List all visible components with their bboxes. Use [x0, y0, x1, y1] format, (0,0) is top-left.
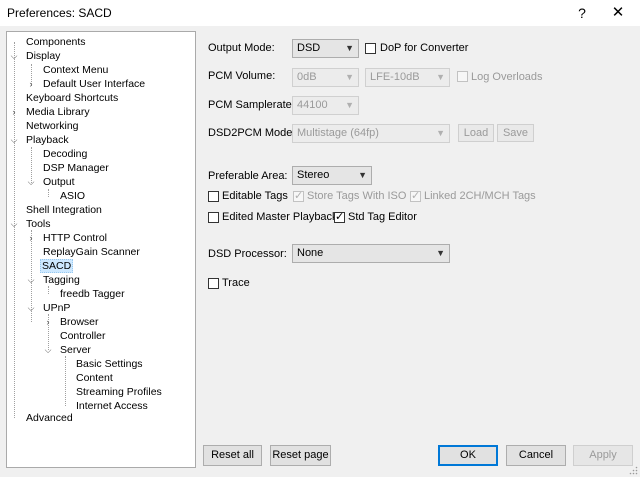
tree-connector	[48, 286, 49, 294]
std-tag-editor-checkbox[interactable]	[334, 210, 345, 223]
tree-item-shell-integration[interactable]: Shell Integration	[25, 203, 103, 217]
tree-item-context-menu[interactable]: Context Menu	[42, 63, 109, 77]
tree-item-freedb-tagger[interactable]: freedb Tagger	[59, 287, 126, 301]
reset-page-button[interactable]: Reset page	[270, 445, 331, 466]
chevron-down-icon: ▼	[345, 43, 354, 53]
chevron-right-icon[interactable]: ›	[9, 105, 19, 119]
dsd-processor-value: None	[297, 247, 324, 259]
tree-item-streaming-profiles[interactable]: Streaming Profiles	[75, 385, 163, 399]
pcm-volume-value: 0dB	[297, 71, 317, 83]
tree-item-dsp-manager[interactable]: DSP Manager	[42, 161, 110, 175]
edited-master-label: Edited Master Playback	[222, 211, 338, 223]
log-overloads-checkbox[interactable]	[457, 71, 468, 82]
tree-item-display[interactable]: Display	[25, 49, 61, 63]
store-tags-iso-checkbox[interactable]	[293, 189, 304, 202]
tree-item-server[interactable]: Server	[59, 343, 92, 357]
tree-item-basic-settings[interactable]: Basic Settings	[75, 357, 144, 371]
pcm-samplerate-value: 44100	[297, 99, 328, 111]
tree-item-playback[interactable]: Playback	[25, 133, 70, 147]
output-mode-value: DSD	[297, 42, 321, 54]
resize-grip-icon[interactable]	[628, 465, 638, 475]
tree-item-media-library[interactable]: Media Library	[25, 105, 91, 119]
tree-item-controller[interactable]: Controller	[59, 329, 107, 343]
trace-label: Trace	[222, 277, 250, 289]
tree-item-tagging[interactable]: Tagging	[42, 273, 81, 287]
chevron-right-icon[interactable]: ›	[26, 77, 36, 91]
output-mode-select[interactable]: DSD ▼	[292, 39, 359, 58]
tree-item-browser[interactable]: Browser	[59, 315, 100, 329]
dsd2pcm-mode-label: DSD2PCM Mode:	[208, 127, 296, 139]
preferences-window: Preferences: SACD ? ✕ Components ⌵ Displ…	[0, 0, 640, 477]
chevron-down-icon[interactable]: ⌵	[26, 175, 36, 189]
tree-connector	[48, 189, 49, 197]
pcm-volume-label: PCM Volume:	[208, 70, 276, 82]
tree-item-keyboard-shortcuts[interactable]: Keyboard Shortcuts	[25, 91, 119, 105]
dsd-processor-label: DSD Processor:	[208, 248, 287, 260]
window-title: Preferences: SACD	[7, 6, 112, 20]
editable-tags-label: Editable Tags	[222, 190, 288, 202]
log-overloads-label: Log Overloads	[471, 71, 543, 83]
std-tag-editor-label: Std Tag Editor	[348, 211, 417, 223]
tree-item-replaygain-scanner[interactable]: ReplayGain Scanner	[42, 245, 141, 259]
editable-tags-checkbox[interactable]	[208, 191, 219, 202]
chevron-down-icon: ▼	[436, 128, 445, 138]
tree-item-networking[interactable]: Networking	[25, 119, 80, 133]
ok-button[interactable]: OK	[438, 445, 498, 466]
tree-item-default-user-interface[interactable]: Default User Interface	[42, 77, 146, 91]
tree-item-upnp[interactable]: UPnP	[42, 301, 71, 315]
output-mode-label: Output Mode:	[208, 42, 275, 54]
dsd-processor-select[interactable]: None ▼	[292, 244, 450, 263]
edited-master-checkbox[interactable]	[208, 212, 219, 223]
preferable-area-label: Preferable Area:	[208, 170, 288, 182]
reset-all-button[interactable]: Reset all	[203, 445, 262, 466]
tree-item-http-control[interactable]: HTTP Control	[42, 231, 108, 245]
chevron-down-icon: ▼	[345, 100, 354, 110]
chevron-down-icon: ▼	[436, 248, 445, 258]
help-button[interactable]: ?	[570, 3, 594, 23]
apply-button[interactable]: Apply	[573, 445, 633, 466]
cancel-button[interactable]: Cancel	[506, 445, 566, 466]
chevron-down-icon[interactable]: ⌵	[9, 133, 19, 147]
lfe-volume-value: LFE-10dB	[370, 71, 420, 83]
lfe-volume-select[interactable]: LFE-10dB ▼	[365, 68, 450, 87]
tree-item-content[interactable]: Content	[75, 371, 114, 385]
chevron-down-icon[interactable]: ⌵	[26, 301, 36, 315]
pcm-samplerate-label: PCM Samplerate:	[208, 99, 295, 111]
linked-tags-checkbox[interactable]	[410, 189, 421, 202]
tree-item-asio[interactable]: ASIO	[59, 189, 86, 203]
linked-tags-label: Linked 2CH/MCH Tags	[424, 190, 536, 202]
dop-checkbox[interactable]	[365, 43, 376, 54]
chevron-down-icon: ▼	[358, 170, 367, 180]
chevron-down-icon: ▼	[345, 72, 354, 82]
tree-item-components[interactable]: Components	[25, 35, 87, 49]
preferences-tree[interactable]: Components ⌵ Display Context Menu › Defa…	[6, 31, 196, 468]
tree-connector	[65, 356, 66, 406]
chevron-down-icon[interactable]: ⌵	[9, 49, 19, 63]
tree-item-output[interactable]: Output	[42, 175, 76, 189]
dsd2pcm-mode-value: Multistage (64fp)	[297, 127, 379, 139]
store-tags-iso-label: Store Tags With ISO	[307, 190, 407, 202]
pcm-volume-select[interactable]: 0dB ▼	[292, 68, 359, 87]
tree-item-advanced[interactable]: Advanced	[25, 411, 74, 425]
tree-item-sacd[interactable]: SACD	[40, 259, 74, 273]
tree-item-decoding[interactable]: Decoding	[42, 147, 88, 161]
trace-checkbox[interactable]	[208, 278, 219, 289]
tree-item-internet-access[interactable]: Internet Access	[75, 399, 149, 413]
chevron-down-icon[interactable]: ⌵	[9, 217, 19, 231]
dop-label: DoP for Converter	[380, 42, 469, 54]
chevron-right-icon[interactable]: ›	[26, 231, 36, 245]
preferable-area-value: Stereo	[297, 169, 330, 181]
preferable-area-select[interactable]: Stereo ▼	[292, 166, 372, 185]
chevron-down-icon[interactable]: ⌵	[26, 273, 36, 287]
chevron-right-icon[interactable]: ›	[43, 315, 53, 329]
save-button[interactable]: Save	[497, 124, 534, 142]
chevron-down-icon[interactable]: ⌵	[43, 343, 53, 357]
title-bar: Preferences: SACD ? ✕	[0, 0, 640, 26]
chevron-down-icon: ▼	[436, 72, 445, 82]
close-button[interactable]: ✕	[606, 3, 630, 23]
load-button[interactable]: Load	[458, 124, 494, 142]
pcm-samplerate-select[interactable]: 44100 ▼	[292, 96, 359, 115]
tree-item-tools[interactable]: Tools	[25, 217, 52, 231]
dsd2pcm-mode-select[interactable]: Multistage (64fp) ▼	[292, 124, 450, 143]
